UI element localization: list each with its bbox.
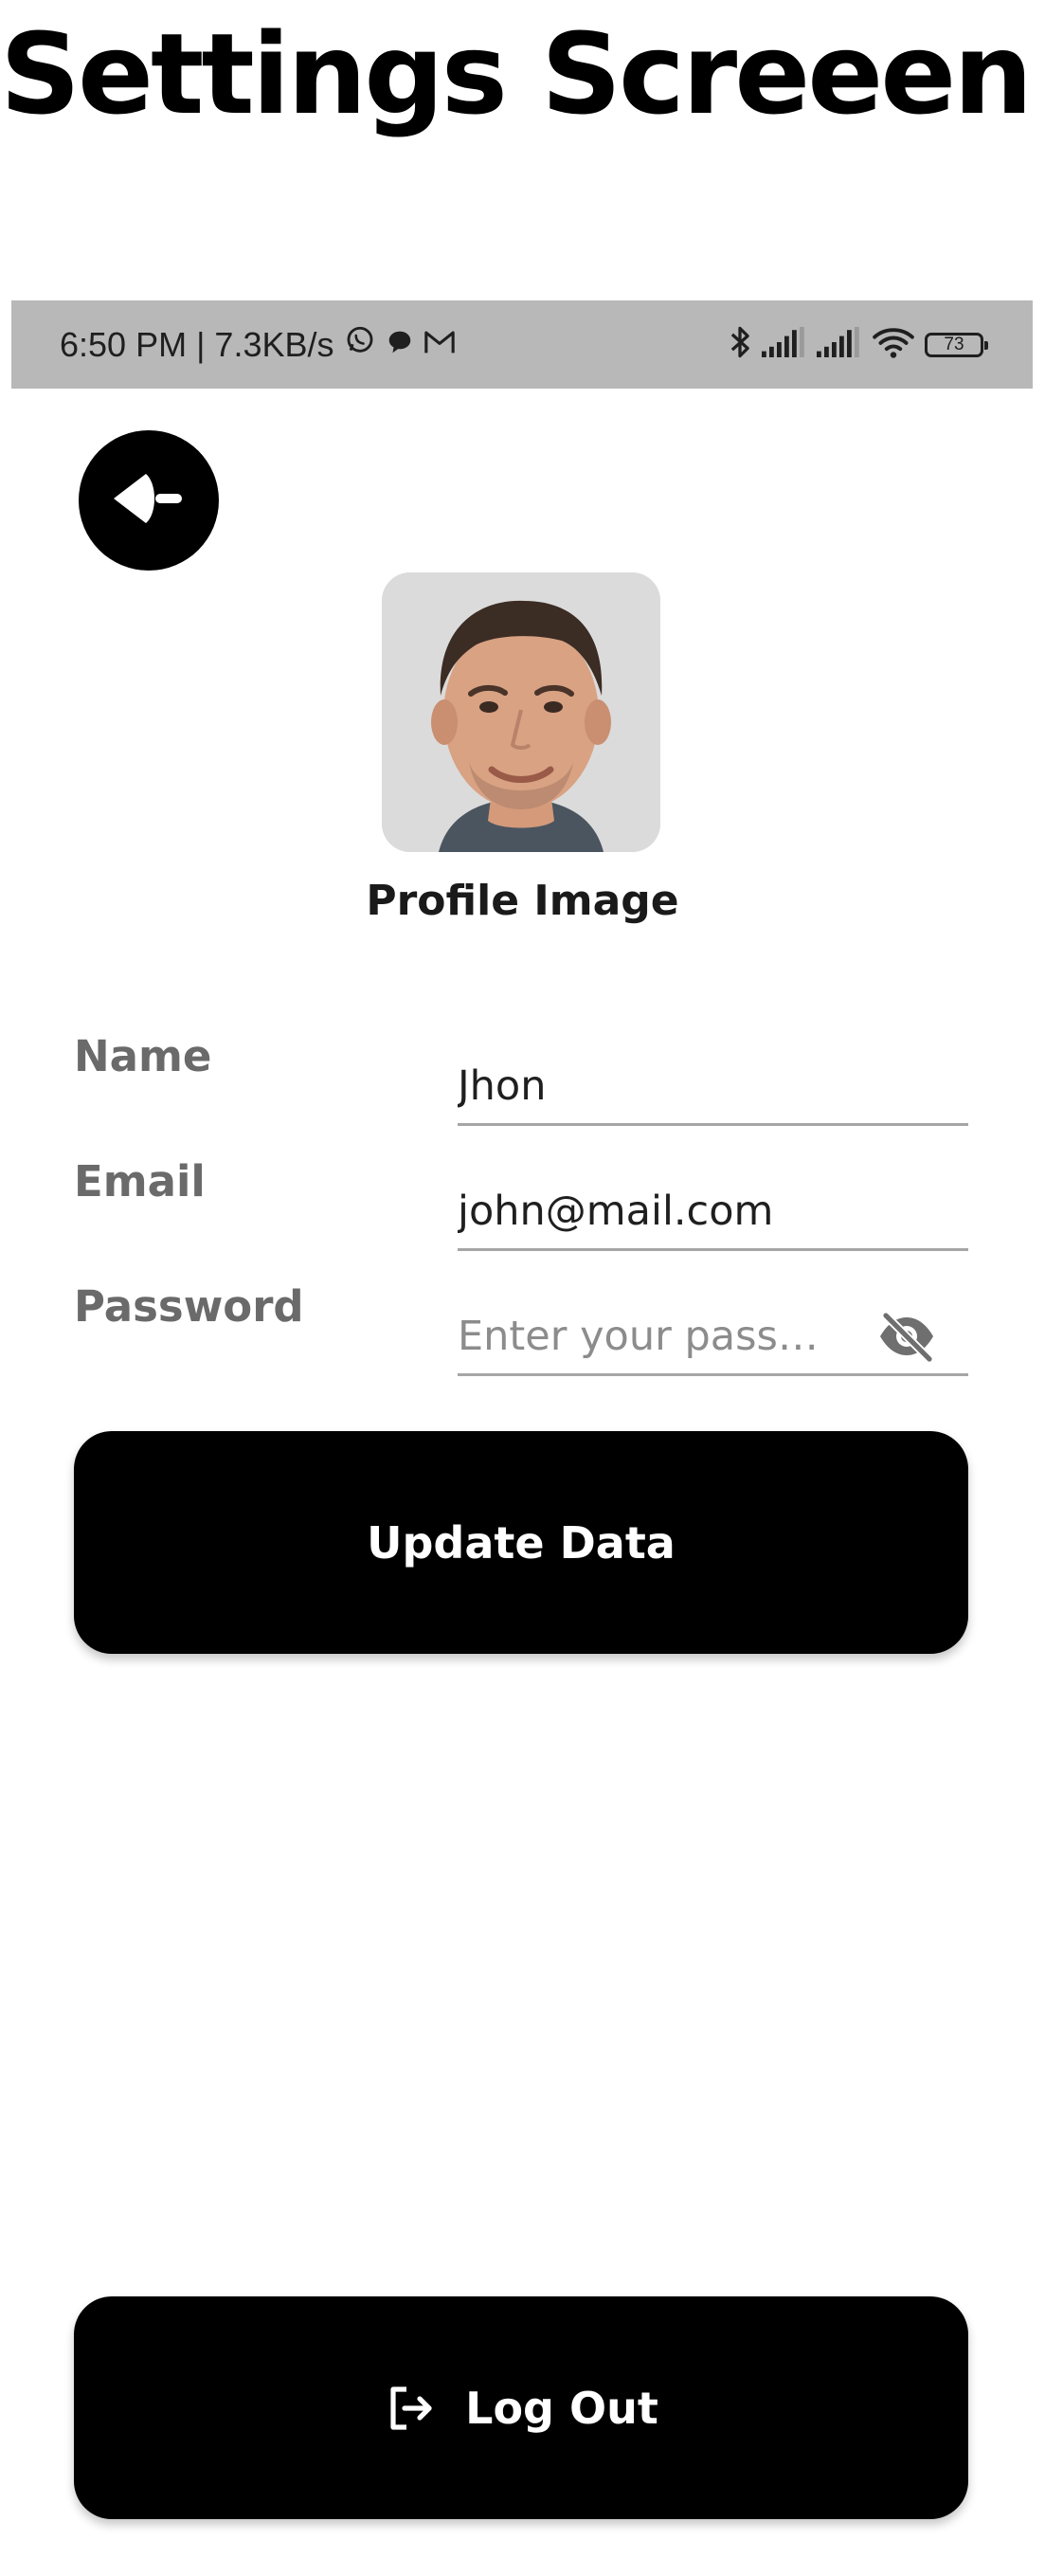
back-button[interactable] (79, 430, 219, 571)
name-field[interactable] (458, 1050, 968, 1122)
log-out-button[interactable]: Log Out (74, 2296, 968, 2519)
status-bar-left: 6:50 PM | 7.3KB/s (60, 300, 456, 389)
update-data-label: Update Data (367, 1516, 676, 1569)
email-label: Email (74, 1156, 206, 1206)
name-label: Name (74, 1031, 212, 1081)
gmail-icon (423, 325, 456, 365)
eye-off-icon[interactable] (875, 1308, 938, 1365)
battery-level: 73 (944, 334, 964, 354)
status-bar-right: 73 (728, 300, 988, 389)
password-field-container (458, 1300, 968, 1376)
email-field-container (458, 1175, 968, 1251)
status-bar: 6:50 PM | 7.3KB/s 73 (11, 300, 1033, 389)
status-time-speed: 6:50 PM | 7.3KB/s (60, 324, 334, 364)
wifi-icon (872, 325, 915, 364)
update-data-button[interactable]: Update Data (74, 1431, 968, 1654)
password-field[interactable] (458, 1300, 846, 1372)
email-field[interactable] (458, 1175, 968, 1247)
back-arrow-icon (108, 470, 189, 531)
bluetooth-icon (728, 323, 752, 366)
signal-icon (817, 327, 862, 362)
chat-bubble-icon (386, 325, 414, 365)
profile-avatar[interactable] (382, 572, 660, 852)
logout-icon (384, 2382, 437, 2435)
page-title: Settings Screeen (0, 9, 1033, 139)
profile-image-label: Profile Image (366, 877, 679, 925)
password-label: Password (74, 1281, 304, 1332)
battery-icon: 73 (925, 332, 988, 357)
signal-icon (762, 327, 807, 362)
log-out-label: Log Out (465, 2382, 658, 2434)
profile-photo (382, 572, 660, 852)
whatsapp-icon (344, 324, 376, 365)
name-field-container (458, 1050, 968, 1126)
